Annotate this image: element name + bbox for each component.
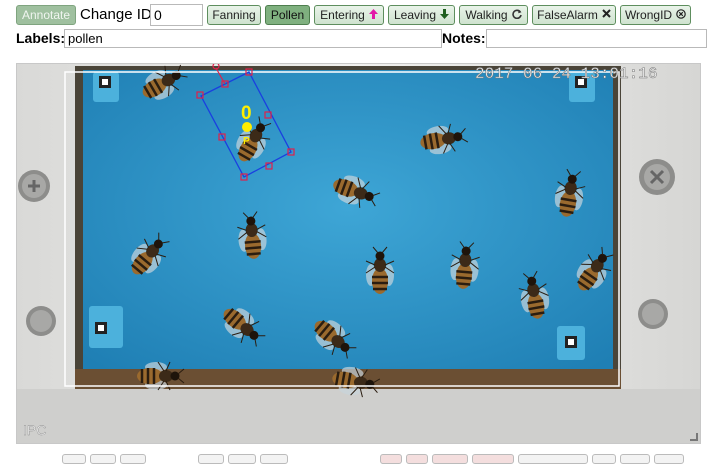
arrow-up-icon <box>368 8 378 22</box>
camera-watermark: IPC <box>23 422 46 438</box>
wrongid-button[interactable]: WrongID <box>620 5 691 25</box>
bottom-control-9[interactable] <box>432 454 468 464</box>
refresh-icon <box>511 9 522 22</box>
circle-x-icon <box>676 8 686 22</box>
screw-bottom-right <box>638 299 668 329</box>
bee-id-text: 0 <box>241 103 252 124</box>
leaving-label: Leaving <box>393 8 437 22</box>
walking-label: Walking <box>465 8 508 22</box>
bottom-control-1[interactable] <box>62 454 86 464</box>
bee-id-dot <box>242 122 252 132</box>
falsealarm-button[interactable]: FalseAlarm <box>532 5 616 25</box>
arrow-down-icon <box>440 8 450 22</box>
change-id-label: Change ID <box>80 6 152 23</box>
corner-marker-tl <box>93 72 119 102</box>
screw-bottom-left <box>26 306 56 336</box>
bottom-control-4[interactable] <box>198 454 224 464</box>
notes-label: Notes: <box>442 30 486 46</box>
bottom-control-2[interactable] <box>90 454 116 464</box>
pollen-label: Pollen <box>270 8 305 22</box>
bottom-control-10[interactable] <box>472 454 514 464</box>
bottom-control-8[interactable] <box>406 454 428 464</box>
bottom-control-11[interactable] <box>518 454 588 464</box>
screw-left <box>18 170 50 202</box>
fanning-button[interactable]: Fanning <box>207 5 261 25</box>
labels-input[interactable] <box>64 29 442 48</box>
bottom-control-13[interactable] <box>620 454 650 464</box>
bee-tag-text: P <box>243 136 250 147</box>
bottom-control-7[interactable] <box>380 454 402 464</box>
entering-label: Entering <box>320 8 365 22</box>
bottom-control-5[interactable] <box>228 454 256 464</box>
walking-button[interactable]: Walking <box>459 5 528 25</box>
video-canvas[interactable]: 0 P 2017 06 24 13:01:16 IPC <box>17 64 700 443</box>
bottom-control-3[interactable] <box>120 454 146 464</box>
floor-bottom <box>17 389 700 443</box>
wrongid-label: WrongID <box>624 8 673 22</box>
bottom-control-12[interactable] <box>592 454 616 464</box>
leaving-button[interactable]: Leaving <box>388 5 455 25</box>
corner-marker-br <box>557 326 585 360</box>
notes-input[interactable] <box>486 29 707 48</box>
corner-marker-bl <box>89 306 123 348</box>
bottom-control-14[interactable] <box>654 454 684 464</box>
pollen-button[interactable]: Pollen <box>265 5 310 25</box>
change-id-input[interactable] <box>150 4 203 26</box>
labels-label: Labels: <box>16 30 66 46</box>
timestamp-overlay: 2017 06 24 13:01:16 <box>475 65 657 83</box>
screw-right <box>639 159 675 195</box>
resize-handle[interactable] <box>690 433 698 441</box>
video-frame[interactable]: 0 P 2017 06 24 13:01:16 IPC <box>16 63 701 444</box>
arena-floor <box>83 70 613 376</box>
bottom-control-6[interactable] <box>260 454 288 464</box>
entering-button[interactable]: Entering <box>314 5 384 25</box>
fanning-label: Fanning <box>212 8 256 22</box>
x-mark-icon <box>602 9 611 21</box>
falsealarm-label: FalseAlarm <box>537 8 598 22</box>
annotate-button[interactable]: Annotate <box>16 5 76 25</box>
